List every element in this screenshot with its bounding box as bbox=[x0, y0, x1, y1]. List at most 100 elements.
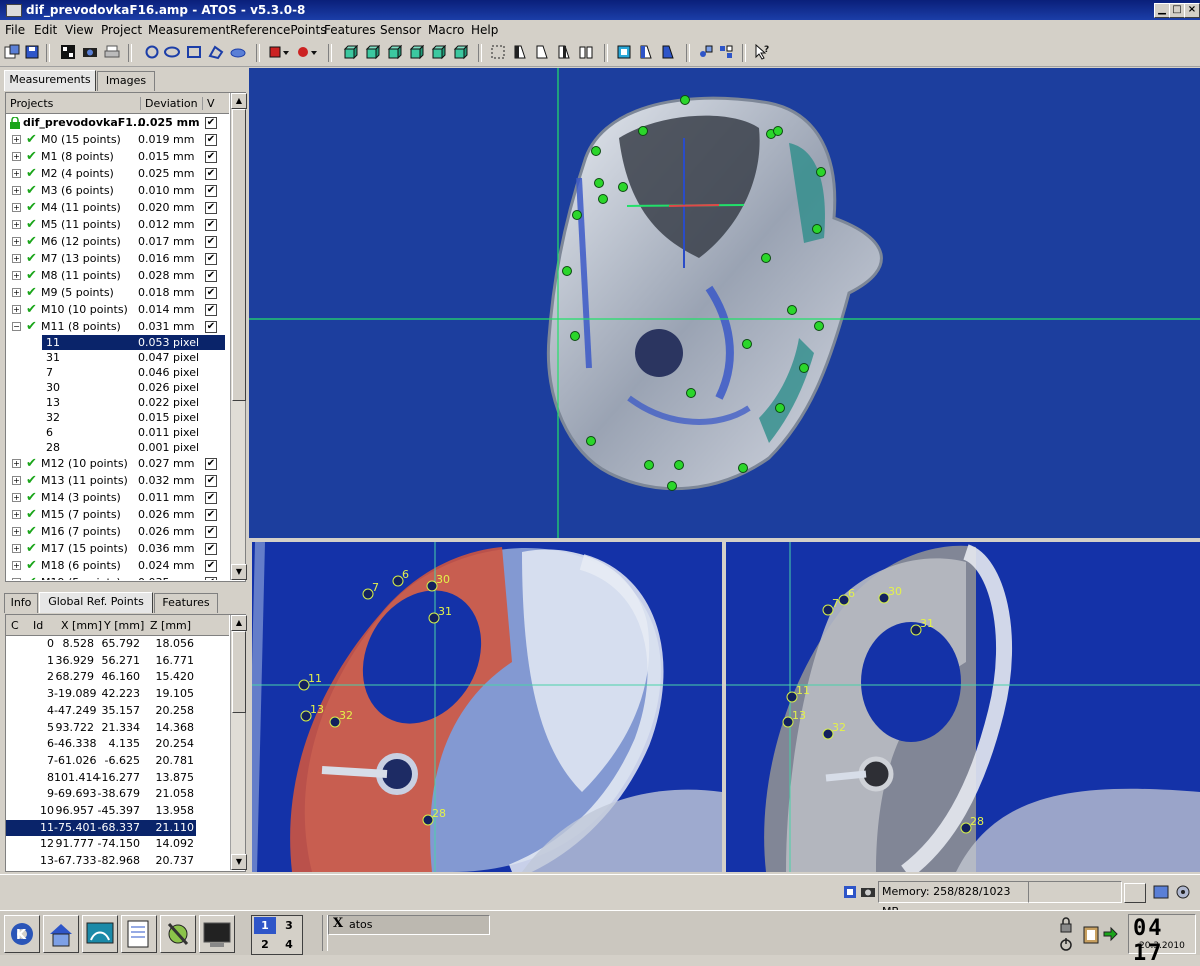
menu-features[interactable]: Features bbox=[324, 23, 376, 37]
visibility-checkbox[interactable]: ✔ bbox=[205, 168, 217, 180]
visibility-checkbox[interactable]: ✔ bbox=[205, 151, 217, 163]
network-icon[interactable] bbox=[1152, 883, 1170, 901]
window-icon[interactable] bbox=[6, 4, 22, 17]
expand-toggle[interactable]: + bbox=[12, 561, 21, 570]
table-row[interactable]: 2 68.279 46.160 15.420 bbox=[6, 669, 196, 685]
menu-help[interactable]: Help bbox=[471, 23, 498, 37]
table-row[interactable]: 0 8.528 65.792 18.056 bbox=[6, 636, 196, 652]
tree-measurement-row[interactable]: + ✔ M18 (6 points) 0.024 mm ✔ bbox=[6, 557, 229, 574]
table-row[interactable]: 5 93.722 21.334 14.368 bbox=[6, 720, 196, 736]
lock-screen-icon[interactable] bbox=[1058, 917, 1074, 933]
save-project-icon[interactable] bbox=[24, 44, 40, 60]
tree-measurement-row[interactable]: + ✔ M17 (15 points) 0.036 mm ✔ bbox=[6, 540, 229, 557]
tree-image-row[interactable]: 13 0.022 pixel bbox=[6, 395, 229, 410]
expand-toggle[interactable]: + bbox=[12, 493, 21, 502]
column-c[interactable]: C bbox=[11, 619, 19, 632]
sensor-side-icon[interactable] bbox=[534, 44, 550, 60]
view-right-icon[interactable] bbox=[408, 44, 424, 60]
transform-icon[interactable] bbox=[698, 44, 714, 60]
expand-toggle[interactable]: + bbox=[12, 527, 21, 536]
maximize-button[interactable]: □ bbox=[1169, 3, 1185, 18]
visibility-checkbox[interactable]: ✔ bbox=[205, 458, 217, 470]
surface-select-icon[interactable] bbox=[230, 44, 246, 60]
tree-measurement-row[interactable]: − ✔ M11 (8 points) 0.031 mm ✔ bbox=[6, 318, 229, 335]
tree-measurement-row[interactable]: + ✔ M8 (11 points) 0.028 mm ✔ bbox=[6, 267, 229, 284]
help-pointer-icon[interactable]: ? bbox=[754, 44, 770, 60]
column-z[interactable]: Z [mm] bbox=[150, 619, 191, 632]
tree-measurement-row[interactable]: + ✔ M16 (7 points) 0.026 mm ✔ bbox=[6, 523, 229, 540]
scroll-thumb[interactable] bbox=[232, 109, 246, 401]
camera-status-icon[interactable] bbox=[860, 884, 876, 900]
menu-project[interactable]: Project bbox=[101, 23, 142, 37]
camera-icon[interactable] bbox=[82, 44, 98, 60]
visibility-checkbox[interactable]: ✔ bbox=[205, 475, 217, 487]
expand-toggle[interactable]: + bbox=[12, 544, 21, 553]
tree-measurement-row[interactable]: + ✔ M2 (4 points) 0.025 mm ✔ bbox=[6, 165, 229, 182]
expand-toggle[interactable]: + bbox=[12, 288, 21, 297]
terminal-launcher[interactable] bbox=[199, 915, 235, 953]
visibility-checkbox[interactable]: ✔ bbox=[205, 219, 217, 231]
expand-toggle[interactable]: + bbox=[12, 578, 21, 580]
tree-image-row[interactable]: 28 0.001 pixel bbox=[6, 440, 229, 455]
tree-measurement-row[interactable]: + ✔ M5 (11 points) 0.012 mm ✔ bbox=[6, 216, 229, 233]
desktop-1[interactable]: 1 bbox=[254, 917, 276, 934]
column-y[interactable]: Y [mm] bbox=[104, 619, 144, 632]
visibility-checkbox[interactable]: ✔ bbox=[205, 577, 217, 580]
view-back-icon[interactable] bbox=[364, 44, 380, 60]
tree-measurement-row[interactable]: + ✔ M12 (10 points) 0.027 mm ✔ bbox=[6, 455, 229, 472]
logout-icon[interactable] bbox=[1058, 936, 1074, 952]
pattern-icon[interactable] bbox=[60, 44, 76, 60]
view-front-icon[interactable] bbox=[342, 44, 358, 60]
scroll-down-button[interactable]: ▼ bbox=[231, 564, 247, 580]
home-launcher[interactable] bbox=[43, 915, 79, 953]
sphere-color-dropdown-icon[interactable] bbox=[296, 44, 320, 60]
tab-images[interactable]: Images bbox=[97, 71, 155, 91]
expand-toggle[interactable]: + bbox=[12, 186, 21, 195]
ellipse-select-icon[interactable] bbox=[164, 44, 180, 60]
desktop-4[interactable]: 4 bbox=[278, 936, 300, 953]
visibility-checkbox[interactable]: ✔ bbox=[205, 253, 217, 265]
scroll-down-button[interactable]: ▼ bbox=[231, 854, 247, 870]
visibility-checkbox[interactable]: ✔ bbox=[205, 509, 217, 521]
scroll-thumb[interactable] bbox=[232, 631, 246, 713]
table-row[interactable]: 8 101.414 -16.277 13.875 bbox=[6, 770, 196, 786]
menu-edit[interactable]: Edit bbox=[34, 23, 57, 37]
table-scrollbar[interactable]: ▲ ▼ bbox=[230, 615, 247, 870]
arrow-tray-icon[interactable] bbox=[1102, 926, 1118, 942]
tree-measurement-row[interactable]: + ✔ M4 (11 points) 0.020 mm ✔ bbox=[6, 199, 229, 216]
scroll-up-button[interactable]: ▲ bbox=[231, 93, 247, 109]
display-shaded-icon[interactable] bbox=[660, 44, 676, 60]
visibility-checkbox[interactable]: ✔ bbox=[205, 202, 217, 214]
sensor-tilt-icon[interactable] bbox=[556, 44, 572, 60]
print-icon[interactable] bbox=[104, 44, 120, 60]
column-deviation[interactable]: Deviation bbox=[140, 97, 198, 110]
settings-icon[interactable] bbox=[1174, 883, 1192, 901]
expand-toggle[interactable]: + bbox=[12, 510, 21, 519]
visibility-checkbox[interactable]: ✔ bbox=[205, 236, 217, 248]
visibility-checkbox[interactable]: ✔ bbox=[205, 270, 217, 282]
view-bottom-icon[interactable] bbox=[452, 44, 468, 60]
tree-measurement-row[interactable]: + ✔ M7 (13 points) 0.016 mm ✔ bbox=[6, 250, 229, 267]
dotted-frame-icon[interactable] bbox=[490, 44, 506, 60]
expand-toggle[interactable]: + bbox=[12, 237, 21, 246]
visibility-checkbox[interactable]: ✔ bbox=[205, 526, 217, 538]
desktop-launcher[interactable] bbox=[82, 915, 118, 953]
expand-toggle[interactable]: + bbox=[12, 254, 21, 263]
tree-image-row[interactable]: 31 0.047 pixel bbox=[6, 350, 229, 365]
open-project-icon[interactable] bbox=[4, 44, 20, 60]
clipboard-icon[interactable] bbox=[1082, 924, 1100, 944]
menu-sensor[interactable]: Sensor bbox=[380, 23, 421, 37]
visibility-checkbox[interactable]: ✔ bbox=[205, 134, 217, 146]
expand-toggle[interactable]: + bbox=[12, 271, 21, 280]
tree-image-row[interactable]: 11 0.053 pixel bbox=[42, 335, 225, 350]
table-row[interactable]: 3 -19.089 42.223 19.105 bbox=[6, 686, 196, 702]
table-row[interactable]: 6 -46.338 4.135 20.254 bbox=[6, 736, 196, 752]
tree-measurement-row[interactable]: + ✔ M15 (7 points) 0.026 mm ✔ bbox=[6, 506, 229, 523]
expand-toggle[interactable]: + bbox=[12, 152, 21, 161]
column-projects[interactable]: Projects bbox=[10, 97, 53, 110]
display-mesh-icon[interactable] bbox=[616, 44, 632, 60]
visibility-checkbox[interactable]: ✔ bbox=[205, 543, 217, 555]
tree-measurement-row[interactable]: + ✔ M6 (12 points) 0.017 mm ✔ bbox=[6, 233, 229, 250]
table-row[interactable]: 13 -67.733 -82.968 20.737 bbox=[6, 853, 196, 869]
expand-toggle[interactable]: + bbox=[12, 476, 21, 485]
